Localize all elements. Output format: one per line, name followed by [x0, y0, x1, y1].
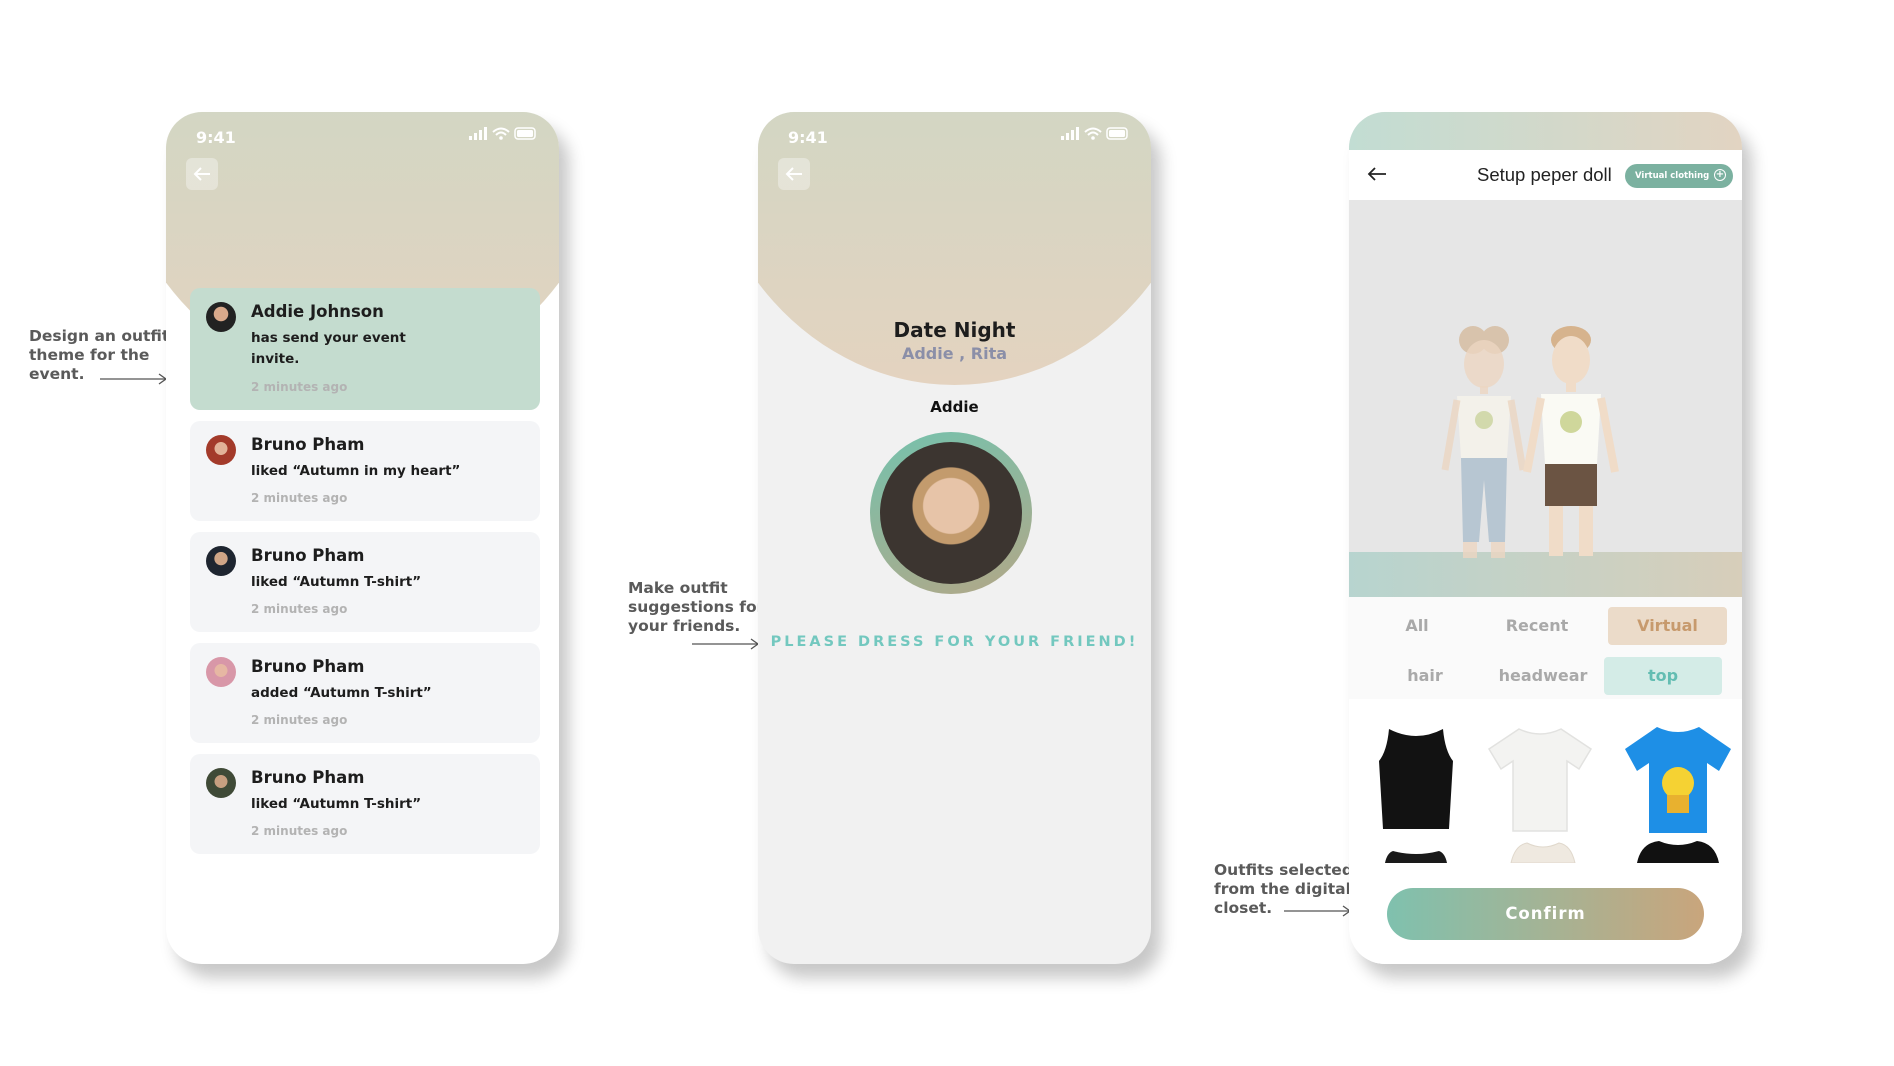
notification-time: 2 minutes ago: [251, 713, 348, 727]
phone-event: 9:41 Date Night Addie , Rita Addie PLEAS…: [758, 112, 1151, 964]
notification-message: has send your event invite.: [251, 330, 406, 367]
paper-doll-girl[interactable]: [1439, 320, 1529, 570]
clothing-item-partial[interactable]: [1375, 849, 1457, 863]
notification-card[interactable]: Bruno Pham liked “Autumn T-shirt” 2 minu…: [190, 532, 540, 632]
arrow-left-icon: [193, 167, 210, 181]
phone-notifications: 9:41 Addie Johnson has send your event i…: [166, 112, 559, 964]
friend-name: Addie: [930, 398, 979, 416]
phone-paper-doll: Setup peper doll Virtual clothing + All …: [1349, 112, 1742, 964]
notification-card[interactable]: Addie Johnson has send your event invite…: [190, 288, 540, 410]
notification-card[interactable]: Bruno Pham liked “Autumn in my heart” 2 …: [190, 421, 540, 521]
avatar: [206, 657, 236, 687]
avatar: [206, 435, 236, 465]
notification-time: 2 minutes ago: [251, 602, 348, 616]
notification-card[interactable]: Bruno Pham added “Autumn T-shirt” 2 minu…: [190, 643, 540, 743]
confirm-button[interactable]: Confirm: [1387, 888, 1704, 940]
notification-message: liked “Autumn in my heart”: [251, 463, 461, 479]
paper-doll-boy[interactable]: [1519, 316, 1619, 576]
arrow-right-icon: [100, 373, 168, 385]
notification-message: liked “Autumn T-shirt”: [251, 796, 422, 812]
clothing-item-blue-graphic-tee[interactable]: [1621, 723, 1735, 837]
clothing-item-partial[interactable]: [1633, 839, 1723, 863]
clothing-item-partial[interactable]: [1505, 839, 1581, 863]
clothing-item-black-tank[interactable]: [1375, 725, 1457, 835]
back-button[interactable]: [186, 158, 218, 190]
status-icons: [469, 126, 539, 146]
event-participants: Addie , Rita: [901, 344, 1008, 363]
back-button[interactable]: [778, 158, 810, 190]
avatar: [206, 768, 236, 798]
virtual-clothing-button[interactable]: Virtual clothing +: [1625, 164, 1733, 188]
arrow-left-icon: [785, 167, 802, 181]
notification-time: 2 minutes ago: [251, 824, 348, 838]
avatar: [206, 546, 236, 576]
arrow-right-icon: [1284, 905, 1352, 917]
status-bar: 9:41: [196, 126, 539, 147]
friend-avatar[interactable]: [870, 432, 1032, 594]
annotation-outfit-suggestions: Make outfit suggestions for your friends…: [628, 579, 765, 635]
status-time: 9:41: [788, 128, 828, 147]
dress-friend-prompt[interactable]: PLEASE DRESS FOR YOUR FRIEND!: [758, 634, 1151, 650]
notification-message: added “Autumn T-shirt”: [251, 685, 432, 701]
avatar: [206, 302, 236, 332]
arrow-left-icon[interactable]: [1367, 166, 1387, 182]
status-bar: 9:41: [788, 126, 1131, 147]
virtual-clothing-label: Virtual clothing: [1635, 171, 1710, 181]
category-headwear[interactable]: headwear: [1485, 657, 1601, 695]
notification-time: 2 minutes ago: [251, 380, 348, 394]
notification-message: liked “Autumn T-shirt”: [251, 574, 422, 590]
notification-card[interactable]: Bruno Pham liked “Autumn T-shirt” 2 minu…: [190, 754, 540, 854]
notification-name: Addie Johnson: [251, 302, 384, 321]
clothing-item-white-tee[interactable]: [1485, 725, 1595, 835]
notification-time: 2 minutes ago: [251, 491, 348, 505]
tab-all[interactable]: All: [1365, 607, 1469, 645]
doll-stage: [1349, 200, 1742, 597]
notification-name: Bruno Pham: [251, 768, 365, 787]
status-icons: [1061, 126, 1131, 146]
header-background: [1349, 112, 1742, 150]
nav-bar: Setup peper doll Virtual clothing +: [1349, 150, 1742, 200]
notification-name: Bruno Pham: [251, 546, 365, 565]
category-top[interactable]: top: [1604, 657, 1722, 695]
arrow-right-icon: [692, 638, 760, 650]
friend-photo: [880, 442, 1022, 584]
category-hair[interactable]: hair: [1373, 657, 1477, 695]
event-title: Date Night: [893, 318, 1016, 342]
tab-virtual[interactable]: Virtual: [1608, 607, 1727, 645]
plus-icon: +: [1714, 169, 1726, 181]
status-time: 9:41: [196, 128, 236, 147]
page-title: Setup peper doll: [1477, 164, 1612, 185]
notification-name: Bruno Pham: [251, 435, 365, 454]
notification-name: Bruno Pham: [251, 657, 365, 676]
tab-recent[interactable]: Recent: [1485, 607, 1589, 645]
